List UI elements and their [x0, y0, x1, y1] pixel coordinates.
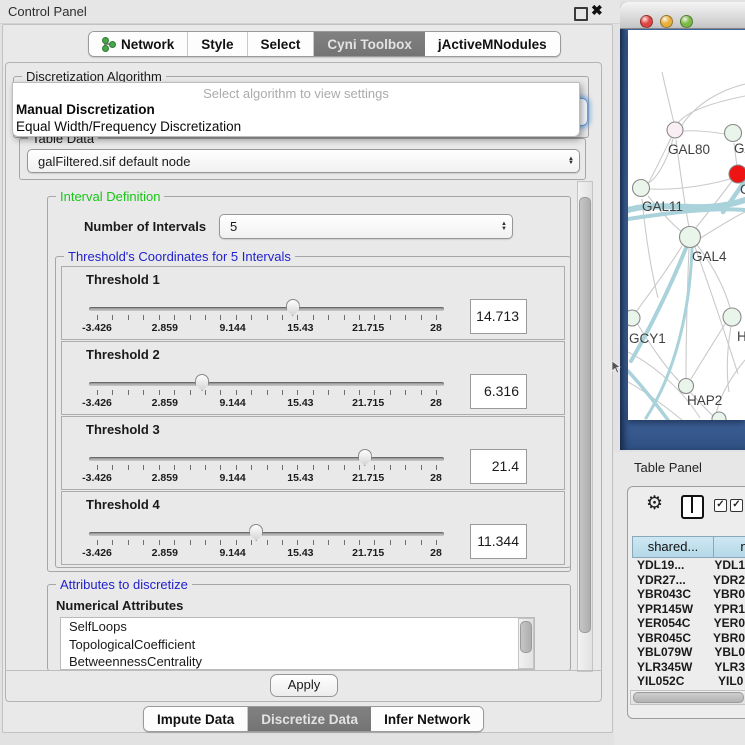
minimize-traffic-light-icon[interactable]	[660, 15, 673, 28]
table-row[interactable]: YLR345WYLR3	[632, 660, 745, 675]
apply-button[interactable]: Apply	[270, 674, 338, 697]
threshold-2-slider[interactable]: -3.4262.8599.14415.4321.71528	[89, 380, 444, 414]
svg-text:GAL4: GAL4	[692, 249, 727, 264]
slider-thumb[interactable]	[358, 449, 372, 466]
num-intervals-label: Number of Intervals	[84, 219, 206, 234]
table-row[interactable]: YBR043CYBR0	[632, 587, 745, 602]
table-rows[interactable]: YDL19...YDL1YDR27...YDR2YBR043CYBR0YPR14…	[632, 558, 745, 689]
tab-label: Network	[121, 37, 174, 52]
checkbox-checked-icon[interactable]: ✓	[730, 499, 743, 512]
control-panel-title: Control Panel	[8, 4, 87, 19]
group-title: Attributes to discretize	[56, 577, 192, 592]
threshold-row-1: Threshold 1 -3.4262.8599.14415.4321.7152…	[61, 266, 565, 340]
network-icon	[102, 37, 115, 51]
tab-cyni-toolbox[interactable]: Cyni Toolbox	[314, 32, 425, 56]
svg-text:H: H	[737, 329, 745, 344]
column-header-name[interactable]: n	[713, 536, 745, 558]
dropdown-prompt: Select algorithm to view settings	[13, 86, 579, 101]
attribute-item[interactable]: BetweennessCentrality	[61, 653, 534, 670]
group-title: Threshold's Coordinates for 5 Intervals	[64, 249, 295, 264]
table-row[interactable]: YBR045CYBR0	[632, 631, 745, 646]
table-row[interactable]: YIL052CYIL0	[632, 674, 745, 689]
gear-icon[interactable]: ⚙	[646, 492, 663, 515]
tab-impute-data[interactable]: Impute Data	[144, 707, 248, 731]
divider	[5, 670, 602, 671]
attribute-item[interactable]: SelfLoops	[61, 618, 534, 636]
columns-icon[interactable]	[681, 495, 704, 519]
svg-text:GA: GA	[734, 141, 745, 156]
control-panel-titlebar	[0, 0, 620, 24]
close-icon[interactable]: ✖	[591, 2, 603, 19]
tab-jactivemnodules[interactable]: jActiveMNodules	[425, 32, 560, 56]
float-window-icon[interactable]	[574, 7, 588, 21]
threshold-row-3: Threshold 3 -3.4262.8599.14415.4321.7152…	[61, 416, 565, 490]
group-title: Interval Definition	[56, 189, 164, 204]
attributes-list-scrollbar[interactable]	[518, 618, 534, 669]
slider-track[interactable]	[89, 457, 444, 461]
network-window-titlebar[interactable]	[620, 2, 745, 29]
table-panel-title: Table Panel	[634, 460, 702, 475]
checkbox-checked-icon[interactable]: ✓	[714, 499, 727, 512]
threshold-row-2: Threshold 2 -3.4262.8599.14415.4321.7152…	[61, 341, 565, 415]
dropdown-option-equal-width-frequency[interactable]: Equal Width/Frequency Discretization	[13, 118, 579, 135]
network-canvas[interactable]: GAL80 GA C GAL11 GAL4 GCY1 H HAP2	[628, 30, 745, 420]
slider-track[interactable]	[89, 382, 444, 386]
num-intervals-combobox[interactable]: 5 ▲▼	[219, 214, 513, 239]
table-hscrollbar[interactable]	[630, 690, 745, 705]
combo-spinner-icon: ▲▼	[496, 222, 512, 231]
attribute-item[interactable]: TopologicalCoefficient	[61, 636, 534, 654]
threshold-row-4: Threshold 4 -3.4262.8599.14415.4321.7152…	[61, 491, 565, 565]
slider-thumb[interactable]	[286, 299, 300, 316]
slider-track[interactable]	[89, 532, 444, 536]
slider-thumb[interactable]	[249, 524, 263, 541]
zoom-traffic-light-icon[interactable]	[680, 15, 693, 28]
threshold-2-value-field[interactable]: 6.316	[470, 374, 527, 409]
tab-style[interactable]: Style	[188, 32, 247, 56]
table-row[interactable]: YDR27...YDR2	[632, 573, 745, 588]
table-data-selected: galFiltered.sif default node	[28, 154, 563, 169]
slider-thumb[interactable]	[195, 374, 209, 391]
algorithm-dropdown-popup: Select algorithm to view settings Manual…	[12, 82, 580, 137]
combo-spinner-icon: ▲▼	[563, 157, 579, 166]
slider-track[interactable]	[89, 307, 444, 311]
tab-infer-network[interactable]: Infer Network	[371, 707, 483, 731]
numerical-attributes-list[interactable]: SelfLoopsTopologicalCoefficientBetweenne…	[60, 617, 535, 670]
control-panel-tabbar: Network Style Select Cyni Toolbox jActiv…	[88, 31, 561, 57]
numerical-attributes-label: Numerical Attributes	[56, 598, 183, 613]
svg-text:GAL11: GAL11	[642, 199, 683, 214]
num-intervals-value: 5	[220, 219, 496, 234]
table-row[interactable]: YPR145WYPR1	[632, 602, 745, 617]
svg-text:GCY1: GCY1	[629, 331, 666, 346]
svg-text:HAP2: HAP2	[687, 393, 722, 408]
dropdown-option-manual-discretization[interactable]: Manual Discretization	[13, 101, 579, 118]
svg-text:GAL80: GAL80	[668, 142, 710, 157]
tab-select[interactable]: Select	[248, 32, 315, 56]
tab-network[interactable]: Network	[89, 32, 188, 56]
threshold-3-slider[interactable]: -3.4262.8599.14415.4321.71528	[89, 455, 444, 489]
threshold-4-slider[interactable]: -3.4262.8599.14415.4321.71528	[89, 530, 444, 564]
cyni-bottom-tabbar: Impute Data Discretize Data Infer Networ…	[143, 706, 484, 732]
table-row[interactable]: YBL079WYBL0	[632, 645, 745, 660]
threshold-1-value-field[interactable]: 14.713	[470, 299, 527, 334]
column-header-shared-name[interactable]: shared...	[632, 536, 714, 558]
mouse-cursor	[611, 360, 621, 374]
main-scrollbar[interactable]	[577, 181, 593, 672]
close-traffic-light-icon[interactable]	[640, 15, 653, 28]
screenshot-root: Control Panel ✖ Network Style Select Cyn…	[0, 0, 745, 745]
table-data-combobox[interactable]: galFiltered.sif default node ▲▼	[27, 149, 580, 173]
threshold-1-slider[interactable]: -3.4262.8599.14415.4321.71528	[89, 305, 444, 339]
svg-text:C: C	[740, 182, 745, 197]
threshold-3-value-field[interactable]: 21.4	[470, 449, 527, 484]
tab-discretize-data[interactable]: Discretize Data	[248, 707, 371, 731]
table-row[interactable]: YDL19...YDL1	[632, 558, 745, 573]
table-row[interactable]: YER054CYER0	[632, 616, 745, 631]
threshold-4-value-field[interactable]: 11.344	[470, 524, 527, 559]
